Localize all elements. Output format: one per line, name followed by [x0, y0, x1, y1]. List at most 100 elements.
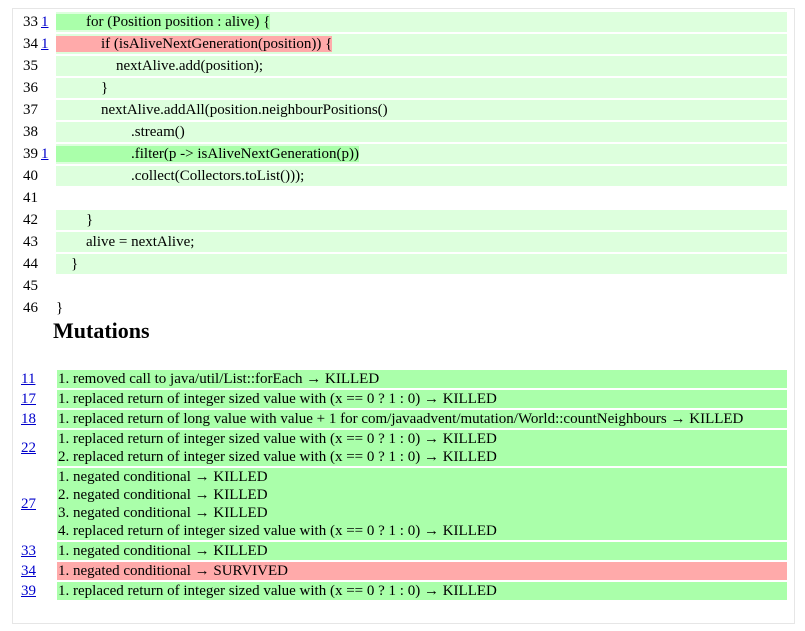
- code-content: .filter(p -> isAliveNextGeneration(p)): [56, 146, 359, 162]
- mutations-heading: Mutations: [53, 318, 150, 343]
- mutation-row: 34 1. negated conditional → SURVIVED: [17, 562, 787, 580]
- source-code-text: [56, 276, 787, 296]
- mutation-count-cell: 1: [40, 11, 53, 33]
- line-number: 39: [23, 146, 38, 162]
- source-code-text: [56, 188, 787, 208]
- line-number: 40: [23, 168, 38, 184]
- source-code-text: .collect(Collectors.toList()));: [56, 166, 787, 186]
- mutation-list: 1. replaced return of long value with va…: [57, 410, 787, 428]
- source-line-row: 39 1 .filter(p -> isAliveNextGeneration(p…: [17, 143, 787, 165]
- mutation-description: 1. removed call to java/util/List::forEa…: [58, 371, 380, 387]
- line-number: 46: [23, 300, 38, 316]
- mutation-line-link[interactable]: 22: [21, 440, 36, 457]
- mutation-description: 1. replaced return of integer sized valu…: [58, 583, 497, 599]
- line-number: 38: [23, 124, 38, 140]
- mutation-row: 17 1. replaced return of integer sized va…: [17, 390, 787, 408]
- mutation-count-cell: [40, 209, 53, 231]
- mutation-count-link[interactable]: 1: [41, 146, 49, 162]
- mutation-count-link[interactable]: 1: [41, 14, 49, 30]
- source-line-row: 42 }: [17, 209, 787, 231]
- mutation-count-cell: [40, 253, 53, 275]
- source-code-text: }: [56, 78, 787, 98]
- source-line-row: 35 nextAlive.add(position);: [17, 55, 787, 77]
- code-content: }: [56, 300, 64, 316]
- line-number: 43: [23, 234, 38, 250]
- source-line-row: 37 nextAlive.addAll(position.neighbourPo…: [17, 99, 787, 121]
- mutation-line-cell: 22: [17, 430, 57, 466]
- source-code-text: if (isAliveNextGeneration(position)) {: [56, 34, 787, 54]
- mutation-description: 1. negated conditional → SURVIVED: [58, 563, 289, 579]
- mutation-line-cell: 39: [17, 582, 57, 600]
- mutation-count-cell: [40, 231, 53, 253]
- mutation-count-cell: [40, 275, 53, 297]
- mutation-line-cell: 33: [17, 542, 57, 560]
- line-number: 34: [23, 36, 38, 52]
- mutation-line-link[interactable]: 39: [21, 583, 36, 600]
- mutation-row: 33 1. negated conditional → KILLED: [17, 542, 787, 560]
- mutation-description: 1. negated conditional → KILLED: [58, 543, 268, 559]
- mutations-table: 11 1. removed call to java/util/List::for…: [17, 370, 787, 602]
- mutation-description: 2. replaced return of integer sized valu…: [58, 449, 497, 465]
- line-number: 42: [23, 212, 38, 228]
- line-number: 41: [23, 190, 38, 206]
- mutation-row: 39 1. replaced return of integer sized va…: [17, 582, 787, 600]
- code-content: nextAlive.add(position);: [56, 58, 264, 74]
- mutation-description: 1. replaced return of integer sized valu…: [58, 431, 497, 447]
- mutation-line-link[interactable]: 33: [21, 543, 36, 560]
- mutation-description: 1. replaced return of long value with va…: [58, 411, 744, 427]
- mutation-row: 18 1. replaced return of long value with …: [17, 410, 787, 428]
- mutation-line-cell: 27: [17, 468, 57, 540]
- mutation-count-cell: 1: [40, 33, 53, 55]
- mutation-line-cell: 18: [17, 410, 57, 428]
- line-number: 36: [23, 80, 38, 96]
- mutation-row: 11 1. removed call to java/util/List::for…: [17, 370, 787, 388]
- mutation-count-cell: [40, 55, 53, 77]
- mutation-row: 27 1. negated conditional → KILLED 2. nega…: [17, 468, 787, 540]
- source-code-text: nextAlive.add(position);: [56, 56, 787, 76]
- mutation-list: 1. replaced return of integer sized valu…: [57, 430, 787, 466]
- source-code-text: alive = nextAlive;: [56, 232, 787, 252]
- mutation-description: 1. negated conditional → KILLED: [58, 469, 268, 485]
- line-number: 45: [23, 278, 38, 294]
- mutation-count-cell: [40, 187, 53, 209]
- line-number: 33: [23, 14, 38, 30]
- mutation-line-link[interactable]: 27: [21, 496, 36, 513]
- code-content: .stream(): [56, 124, 185, 140]
- mutation-count-cell: [40, 297, 53, 319]
- mutation-line-link[interactable]: 11: [21, 371, 35, 388]
- code-content: if (isAliveNextGeneration(position)) {: [56, 36, 333, 52]
- mutation-description: 3. negated conditional → KILLED: [58, 505, 268, 521]
- source-line-row: 45: [17, 275, 787, 297]
- source-code-text: .filter(p -> isAliveNextGeneration(p)): [56, 144, 787, 164]
- line-number: 37: [23, 102, 38, 118]
- mutation-count-link[interactable]: 1: [41, 36, 49, 52]
- source-line-row: 38 .stream(): [17, 121, 787, 143]
- source-line-row: 44 }: [17, 253, 787, 275]
- mutation-list: 1. replaced return of integer sized valu…: [57, 582, 787, 600]
- source-line-row: 43 alive = nextAlive;: [17, 231, 787, 253]
- source-code-table: 33 1 for (Position position : alive) {34 1…: [17, 11, 787, 319]
- code-content: .collect(Collectors.toList()));: [56, 168, 305, 184]
- mutation-count-cell: [40, 121, 53, 143]
- source-line-row: 34 1 if (isAliveNextGeneration(position))…: [17, 33, 787, 55]
- code-content: }: [56, 212, 94, 228]
- mutation-list: 1. negated conditional → KILLED: [57, 542, 787, 560]
- code-content: alive = nextAlive;: [56, 234, 195, 250]
- source-code-text: for (Position position : alive) {: [56, 12, 787, 32]
- mutation-line-link[interactable]: 18: [21, 411, 36, 428]
- source-line-row: 36 }: [17, 77, 787, 99]
- mutation-count-cell: [40, 99, 53, 121]
- mutation-count-cell: 1: [40, 143, 53, 165]
- mutation-description: 4. replaced return of integer sized valu…: [58, 523, 497, 539]
- code-content: for (Position position : alive) {: [56, 14, 271, 30]
- source-line-row: 41: [17, 187, 787, 209]
- mutation-line-link[interactable]: 34: [21, 563, 36, 580]
- mutation-line-cell: 11: [17, 370, 57, 388]
- code-content: nextAlive.addAll(position.neighbourPosit…: [56, 102, 388, 118]
- mutation-description: 2. negated conditional → KILLED: [58, 487, 268, 503]
- source-code-text: .stream(): [56, 122, 787, 142]
- mutation-description: 1. replaced return of integer sized valu…: [58, 391, 497, 407]
- mutation-line-link[interactable]: 17: [21, 391, 36, 408]
- mutation-line-cell: 34: [17, 562, 57, 580]
- mutation-list: 1. replaced return of integer sized valu…: [57, 390, 787, 408]
